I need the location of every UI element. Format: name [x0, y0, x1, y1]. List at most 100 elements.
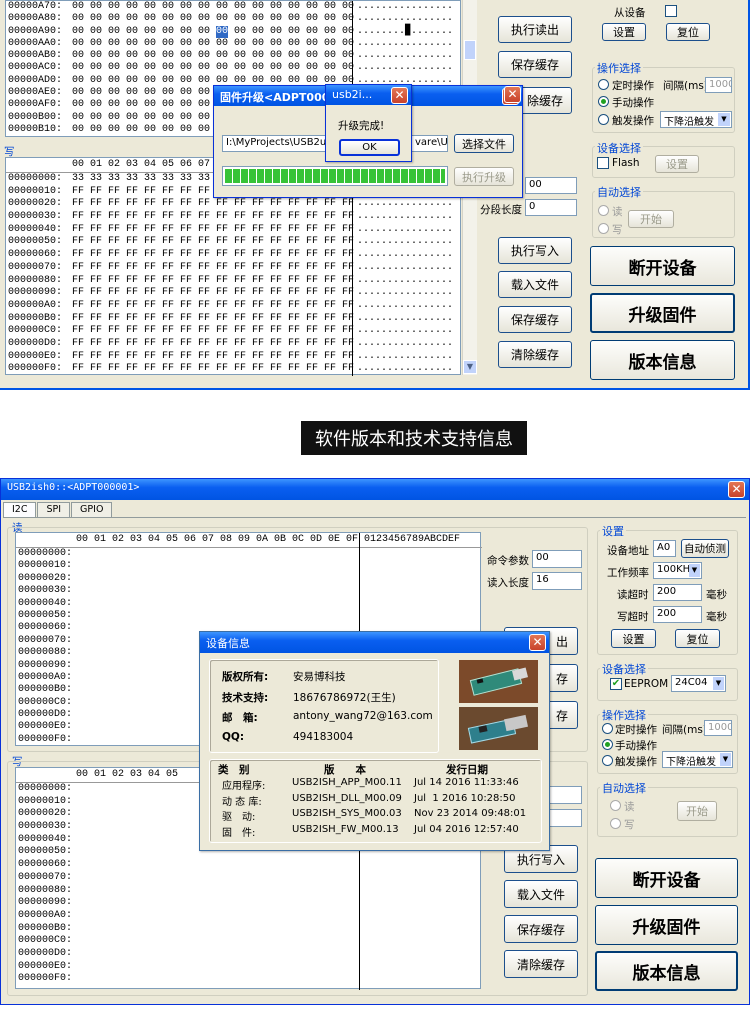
- read-length-field[interactable]: 16: [532, 572, 582, 590]
- info-row-value[interactable]: 安易博科技: [293, 669, 346, 684]
- device-address-field[interactable]: A0: [653, 540, 676, 557]
- row-ascii: ................: [357, 337, 454, 349]
- save-cache-button[interactable]: 保存缓存: [498, 51, 572, 78]
- table-row: 固 件: USB2ISH_FW_M00.13 Jul 04 2016 12:57:4…: [216, 824, 536, 840]
- device-settings-button[interactable]: 设置: [655, 155, 699, 173]
- row-address: 00000070:: [18, 871, 73, 883]
- chevron-down-icon[interactable]: ▼: [718, 113, 730, 126]
- interval-label: 间隔(ms): [663, 80, 708, 92]
- firmware-path-tail[interactable]: vare\US: [412, 135, 448, 152]
- manual-op-radio[interactable]: [602, 739, 613, 750]
- row-address: 00000AC0:: [8, 62, 63, 74]
- version-info-button[interactable]: 版本信息: [595, 951, 738, 991]
- work-freq-select[interactable]: 100KHz ▼: [653, 562, 702, 579]
- cmd-param-field[interactable]: 00: [532, 550, 582, 568]
- eeprom-checkbox[interactable]: ✔: [610, 678, 622, 690]
- segment-length-field[interactable]: 0: [525, 199, 577, 216]
- row-address: 00000020:: [18, 572, 73, 584]
- disconnect-button[interactable]: 断开设备: [595, 858, 738, 898]
- exec-write-button[interactable]: 执行写入: [498, 237, 572, 264]
- row-ascii: ................: [357, 211, 454, 223]
- row-address: 00000A90:: [8, 25, 63, 37]
- row-bytes: FF FF FF FF FF FF FF FF F: [72, 185, 223, 197]
- settings-group-title: 设置: [600, 523, 626, 539]
- upgrade-firmware-button[interactable]: 升级固件: [590, 293, 735, 333]
- reset-button[interactable]: 复位: [666, 23, 710, 41]
- table-cell: USB2ISH_DLL_M00.09: [292, 792, 402, 804]
- settings-button[interactable]: 设置: [602, 23, 646, 41]
- timed-op-radio[interactable]: [602, 723, 613, 734]
- row-address: 000000A0:: [18, 671, 73, 683]
- auto-start-button[interactable]: 开始: [677, 801, 717, 821]
- close-icon[interactable]: ✕: [391, 87, 408, 104]
- load-file-button[interactable]: 载入文件: [504, 880, 578, 908]
- upgrade-firmware-button[interactable]: 升级固件: [595, 905, 738, 945]
- trigger-select[interactable]: 下降沿触发 ▼: [662, 751, 733, 768]
- tab-spi[interactable]: SPI: [37, 502, 71, 518]
- interval-field[interactable]: 1000: [705, 77, 732, 93]
- exec-upgrade-button[interactable]: 执行升级: [454, 167, 514, 186]
- tab-gpio[interactable]: GPIO: [71, 502, 113, 518]
- auto-write-radio[interactable]: [598, 223, 609, 234]
- slave-device-checkbox[interactable]: [665, 5, 677, 17]
- table-row: 00000040: FF FF FF FF FF FF FF FF FF FF F…: [8, 224, 458, 237]
- info-contact-rows: 版权所有: 安易博科技 技术支持: 18676786972(王生) 邮 箱: antony…: [222, 669, 437, 751]
- row-address: 00000A80:: [8, 13, 63, 25]
- flash-checkbox[interactable]: [597, 157, 609, 169]
- scroll-down-icon[interactable]: ▼: [463, 360, 477, 374]
- row-address: 00000080:: [8, 274, 63, 286]
- disconnect-button[interactable]: 断开设备: [590, 246, 735, 286]
- length-field[interactable]: 00: [525, 177, 577, 194]
- trigger-select[interactable]: 下降沿触发 ▼: [660, 111, 732, 128]
- reset-button[interactable]: 复位: [675, 629, 720, 648]
- auto-read-radio[interactable]: [610, 800, 621, 811]
- row-address: 000000B0:: [18, 684, 73, 696]
- auto-write-label: 写: [612, 224, 623, 236]
- chevron-down-icon[interactable]: ▼: [720, 753, 731, 766]
- save-cache-button-2[interactable]: 保存缓存: [498, 306, 572, 333]
- auto-start-button[interactable]: 开始: [628, 210, 674, 228]
- row-ascii: ................: [357, 198, 454, 210]
- save-cache-button[interactable]: 保存缓存: [504, 915, 578, 943]
- load-file-button[interactable]: 载入文件: [498, 271, 572, 298]
- auto-read-radio[interactable]: [598, 205, 609, 216]
- clear-cache-button-2[interactable]: 清除缓存: [498, 341, 572, 368]
- row-ascii: ................: [357, 62, 454, 74]
- table-cell: Nov 23 2014 09:48:01: [414, 808, 527, 819]
- read-timeout-field[interactable]: 200: [653, 584, 702, 601]
- tab-i2c[interactable]: I2C: [3, 502, 37, 518]
- row-bytes: FF FF FF FF FF FF FF FF FF FF FF FF FF F…: [72, 350, 355, 362]
- chevron-down-icon[interactable]: ▼: [713, 677, 724, 690]
- version-info-button[interactable]: 版本信息: [590, 340, 735, 380]
- read-timeout-label: 读超时: [617, 589, 649, 601]
- clear-cache-button[interactable]: 清除缓存: [504, 950, 578, 978]
- close-icon[interactable]: ✕: [504, 86, 521, 103]
- eeprom-select[interactable]: 24C04 ▼: [671, 675, 726, 692]
- selected-byte[interactable]: 00: [216, 25, 229, 38]
- auto-write-radio[interactable]: [610, 818, 621, 829]
- auto-detect-button[interactable]: 自动侦测: [681, 539, 729, 558]
- close-icon[interactable]: ✕: [529, 634, 546, 651]
- settings-button[interactable]: 设置: [611, 629, 656, 648]
- choose-file-button[interactable]: 选择文件: [454, 134, 514, 153]
- info-row-value[interactable]: 494183004: [293, 731, 353, 743]
- version-table-header: 类 别 版 本 发行日期: [216, 762, 536, 777]
- chevron-down-icon[interactable]: ▼: [689, 564, 700, 577]
- firmware-path-field[interactable]: I:\MyProjects\USB2uish_: [222, 135, 327, 152]
- row-bytes: FF FF FF FF FF FF FF FF FF FF FF FF FF F…: [72, 274, 355, 286]
- close-icon[interactable]: ✕: [728, 481, 745, 498]
- timed-op-radio[interactable]: [598, 79, 609, 90]
- info-row-value[interactable]: antony_wang72@163.com: [293, 710, 433, 722]
- write-timeout-field[interactable]: 200: [653, 606, 702, 623]
- ok-button[interactable]: OK: [339, 139, 400, 156]
- exec-read-button[interactable]: 执行读出: [498, 16, 572, 43]
- table-row: 00000030: FF FF FF FF FF FF FF FF FF FF F…: [8, 211, 458, 224]
- manual-op-radio[interactable]: [598, 96, 609, 107]
- trigger-op-radio[interactable]: [602, 755, 613, 766]
- row-bytes: FF FF FF FF FF FF FF FF FF FF FF FF FF F…: [72, 363, 355, 375]
- table-row: 应用程序: USB2ISH_APP_M00.11 Jul 14 2016 11:33…: [216, 777, 536, 793]
- info-row-value[interactable]: 18676786972(王生): [293, 690, 396, 705]
- write-timeout-label: 写超时: [617, 611, 649, 623]
- trigger-op-radio[interactable]: [598, 114, 609, 125]
- interval-field[interactable]: 1000: [704, 720, 732, 736]
